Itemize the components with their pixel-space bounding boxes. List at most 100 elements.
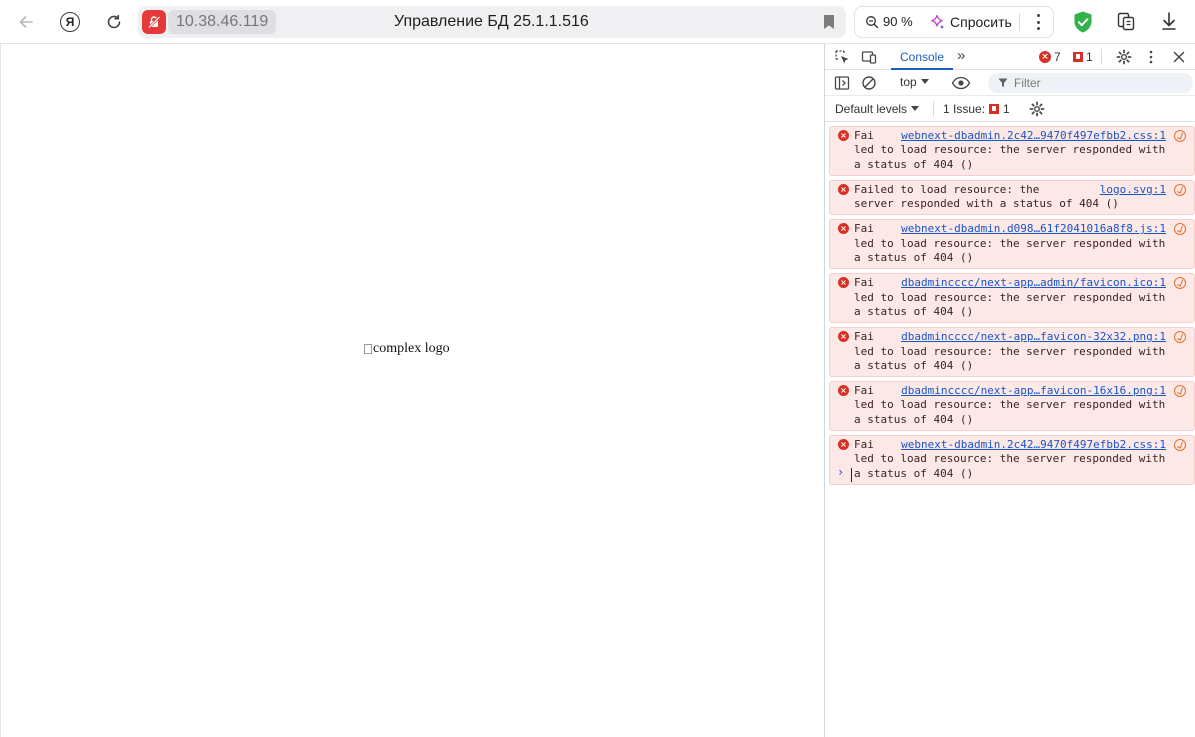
error-icon: ×	[838, 183, 849, 195]
console-input-caret[interactable]	[851, 468, 852, 482]
message-text: led to load resource: the server respond…	[854, 236, 1172, 265]
message-text: led to load resource: the server respond…	[854, 452, 1172, 480]
message-text: led to load resource: the server respond…	[854, 143, 1172, 171]
download-icon[interactable]	[1160, 10, 1178, 32]
ai-explain-icon[interactable]	[1174, 331, 1186, 344]
message-prefix: Failed to load resource: the	[854, 182, 1040, 196]
page-title: Управление БД 25.1.1.516	[394, 13, 589, 30]
filter-placeholder: Filter	[1014, 76, 1041, 90]
yandex-button[interactable]: Я	[56, 8, 84, 36]
message-prefix: Fai	[854, 330, 874, 344]
more-options-icon[interactable]	[1031, 14, 1045, 30]
message-prefix: Fai	[854, 129, 874, 142]
issues-label: 1 Issue:	[943, 102, 986, 116]
ai-explain-icon[interactable]	[1174, 223, 1186, 236]
console-error-message: × webnext-dbadmin.2c42…9470f497efbb2.css…	[829, 126, 1195, 176]
console-messages: × webnext-dbadmin.2c42…9470f497efbb2.css…	[829, 126, 1195, 489]
issues-badge-count: 1	[1003, 102, 1010, 116]
error-icon: ×	[1039, 51, 1051, 63]
ask-assistant-button[interactable]: Спросить	[929, 7, 1012, 37]
devtools-panel: Console » × 7 1 top Filter Default level…	[824, 44, 1195, 737]
divider	[1101, 49, 1102, 65]
error-icon: ×	[838, 439, 849, 451]
page-viewport: complex logo	[0, 44, 824, 737]
devtools-tab-bar: Console » × 7 1	[825, 44, 1195, 70]
clear-console-icon[interactable]	[861, 75, 877, 91]
console-error-message: × webnext-dbadmin.2c42…9470f497efbb2.css…	[829, 435, 1195, 485]
message-text: led to load resource: the server respond…	[854, 344, 1172, 372]
message-source-link[interactable]: webnext-dbadmin.2c42…9470f497efbb2.css:1	[901, 129, 1166, 143]
inspect-element-icon[interactable]	[834, 49, 850, 65]
issues-link[interactable]: 1 Issue: 1	[943, 102, 1010, 116]
caret-down-icon	[911, 106, 920, 111]
ai-explain-icon[interactable]	[1174, 385, 1186, 398]
context-selector[interactable]: top	[900, 75, 929, 89]
console-toolbar: top Filter	[825, 70, 1195, 96]
logo-alt-text: complex logo	[373, 341, 450, 356]
extensions-icon[interactable]	[1116, 10, 1136, 32]
issue-flag-icon	[989, 104, 1000, 114]
address-bar[interactable]: 10.38.46.119 Управление БД 25.1.1.516	[138, 6, 846, 38]
ai-explain-icon[interactable]	[1174, 277, 1186, 290]
console-settings-icon[interactable]	[1029, 101, 1045, 122]
filter-funnel-icon	[998, 78, 1008, 87]
alice-sparkle-icon	[931, 14, 944, 29]
close-devtools-icon[interactable]	[1171, 49, 1187, 65]
filter-input[interactable]: Filter	[988, 73, 1193, 93]
error-icon: ×	[838, 223, 849, 235]
tab-console[interactable]: Console	[891, 44, 953, 70]
settings-gear-icon[interactable]	[1116, 49, 1132, 65]
error-count: 7	[1054, 50, 1061, 64]
message-source-link[interactable]: logo.svg:1	[1100, 183, 1166, 197]
error-icon: ×	[838, 130, 849, 141]
yandex-logo-icon: Я	[60, 12, 80, 32]
live-expression-eye-icon[interactable]	[951, 76, 971, 90]
message-prefix: Fai	[854, 438, 874, 452]
zoom-value: 90 %	[883, 14, 913, 29]
issue-counter[interactable]: 1	[1073, 50, 1093, 64]
error-icon: ×	[838, 277, 849, 289]
console-error-message: × webnext-dbadmin.d098…61f2041016a8f8.js…	[829, 219, 1195, 270]
message-source-link[interactable]: webnext-dbadmin.2c42…9470f497efbb2.css:1	[901, 438, 1166, 452]
error-icon: ×	[838, 385, 849, 397]
message-source-link[interactable]: webnext-dbadmin.d098…61f2041016a8f8.js:1	[901, 222, 1166, 236]
error-counter[interactable]: × 7	[1039, 50, 1061, 64]
broken-logo-image: complex logo	[364, 341, 450, 357]
log-levels-dropdown[interactable]: Default levels	[835, 102, 920, 116]
message-source-link[interactable]: dbadmincccc/next-app…favicon-32x32.png:1	[901, 330, 1166, 344]
console-levels-bar: Default levels 1 Issue: 1	[825, 96, 1195, 122]
issue-flag-icon	[1073, 52, 1083, 62]
console-error-message: × dbadmincccc/next-app…favicon-16x16.png…	[829, 381, 1195, 432]
divider	[933, 101, 934, 117]
ai-explain-icon[interactable]	[1174, 439, 1186, 452]
lock-crossed-icon	[148, 16, 161, 29]
more-tabs-icon[interactable]: »	[957, 47, 965, 64]
device-toolbar-icon[interactable]	[861, 49, 877, 65]
error-icon: ×	[838, 331, 849, 343]
ai-explain-icon[interactable]	[1174, 130, 1186, 142]
message-prefix: Fai	[854, 276, 874, 290]
protect-shield-icon[interactable]	[1072, 10, 1094, 34]
address-host[interactable]: 10.38.46.119	[168, 10, 277, 34]
bookmark-icon[interactable]	[822, 14, 836, 30]
sidebar-toggle-icon[interactable]	[834, 75, 850, 91]
insecure-connection-badge[interactable]	[142, 10, 166, 34]
browser-toolbar: Я 10.38.46.119 Управление БД 25.1.1.516 …	[0, 0, 1195, 44]
message-text: led to load resource: the server respond…	[854, 290, 1172, 318]
message-source-link[interactable]: dbadmincccc/next-app…favicon-16x16.png:1	[901, 384, 1166, 398]
divider	[1019, 13, 1020, 31]
console-error-message: × dbadmincccc/next-app…admin/favicon.ico…	[829, 273, 1195, 324]
reload-button[interactable]	[100, 8, 128, 36]
back-button[interactable]	[12, 8, 40, 36]
message-prefix: Fai	[854, 222, 874, 236]
zoom-and-assistant-group: 90 % Спросить	[854, 6, 1054, 38]
zoom-indicator[interactable]: 90 %	[865, 7, 913, 37]
devtools-menu-icon[interactable]	[1143, 49, 1159, 65]
reload-icon	[107, 14, 121, 29]
message-text: led to load resource: the server respond…	[854, 398, 1172, 426]
log-levels-label: Default levels	[835, 102, 908, 116]
ai-explain-icon[interactable]	[1174, 183, 1186, 196]
caret-down-icon	[920, 79, 929, 84]
console-prompt-icon: ›	[837, 465, 845, 479]
message-source-link[interactable]: dbadmincccc/next-app…admin/favicon.ico:1	[901, 276, 1166, 290]
